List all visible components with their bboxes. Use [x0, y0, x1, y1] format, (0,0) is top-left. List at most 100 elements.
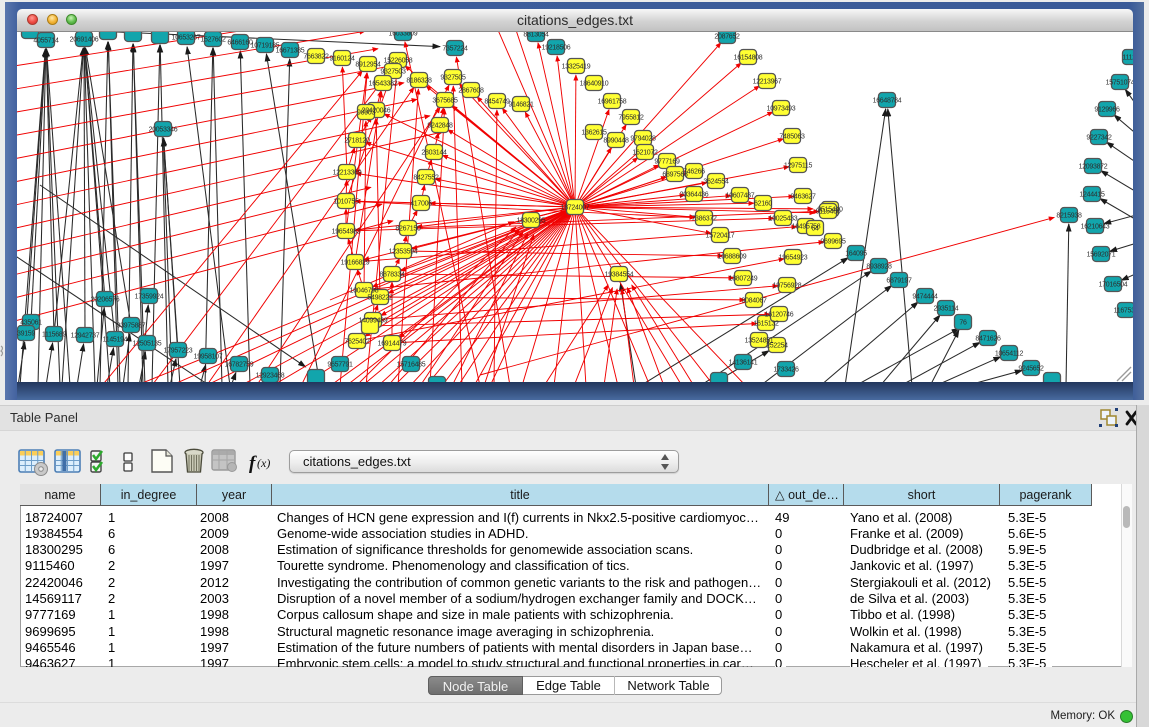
svg-text:16671385: 16671385 [276, 48, 305, 55]
svg-text:16961758: 16961758 [598, 99, 627, 106]
svg-text:20364436: 20364436 [680, 192, 709, 199]
svg-text:11121: 11121 [1123, 55, 1133, 62]
svg-text:3624554: 3624554 [703, 179, 729, 186]
svg-text:64: 64 [811, 226, 819, 233]
svg-text:10654112: 10654112 [995, 351, 1024, 358]
svg-text:12923468: 12923468 [256, 373, 285, 380]
svg-text:20691406: 20691406 [70, 37, 99, 44]
svg-text:9245652: 9245652 [1018, 366, 1044, 373]
svg-text:15716485: 15716485 [397, 362, 426, 369]
svg-text:3675685: 3675685 [432, 98, 458, 105]
svg-text:8471626: 8471626 [975, 336, 1001, 343]
svg-text:6897568: 6897568 [662, 172, 688, 179]
svg-text:19166829: 19166829 [341, 260, 370, 267]
svg-text:8912954: 8912954 [355, 62, 381, 69]
svg-text:1115689: 1115689 [42, 332, 67, 339]
svg-text:9657791: 9657791 [327, 362, 353, 369]
svg-text:2087652: 2087652 [714, 34, 740, 41]
svg-text:17359924: 17359924 [135, 294, 164, 301]
svg-text:12213967: 12213967 [753, 79, 782, 86]
svg-text:19654983: 19654983 [332, 229, 361, 236]
svg-text:16648784: 16648784 [873, 98, 902, 105]
svg-text:12975115: 12975115 [784, 163, 813, 170]
svg-text:1244415: 1244415 [1079, 192, 1105, 199]
svg-text:9129966: 9129966 [1094, 107, 1120, 114]
svg-text:16543382: 16543382 [369, 81, 398, 88]
svg-text:18724007: 18724007 [561, 205, 590, 212]
svg-text:17016504: 17016504 [1099, 282, 1128, 289]
svg-text:2867608: 2867608 [458, 88, 484, 95]
svg-text:14099489: 14099489 [359, 318, 388, 325]
svg-text:12505135: 12505135 [133, 341, 162, 348]
svg-text:12093872: 12093872 [1079, 164, 1108, 171]
svg-text:13325419: 13325419 [562, 64, 591, 71]
svg-text:1145194: 1145194 [103, 337, 128, 344]
svg-text:20206576: 20206576 [91, 297, 120, 304]
svg-text:16033809: 16033809 [389, 32, 418, 38]
svg-text:8186328: 8186328 [406, 78, 432, 85]
svg-text:17957223: 17957223 [164, 348, 193, 355]
svg-text:15692071: 15692071 [1087, 252, 1116, 259]
svg-text:19756928: 19756928 [773, 283, 802, 290]
svg-text:8215938: 8215938 [1056, 213, 1082, 220]
svg-text:9327503: 9327503 [380, 69, 406, 76]
svg-text:9227342: 9227342 [1086, 135, 1112, 142]
svg-text:15226058: 15226058 [384, 58, 413, 65]
svg-text:10607487: 10607487 [726, 193, 755, 200]
svg-text:8813054: 8813054 [523, 32, 549, 39]
svg-text:16782759: 16782759 [225, 362, 254, 369]
svg-text:18300295: 18300295 [517, 218, 546, 225]
svg-text:7955812: 7955812 [618, 115, 644, 122]
svg-text:435061: 435061 [20, 320, 42, 327]
svg-text:f: f [249, 453, 257, 474]
svg-text:9474444: 9474444 [912, 294, 938, 301]
svg-text:19654923: 19654923 [779, 255, 808, 262]
svg-text:10046798: 10046798 [350, 288, 379, 295]
svg-text:7386372: 7386372 [691, 216, 717, 223]
svg-text:252254: 252254 [766, 343, 788, 350]
svg-text:7625402: 7625402 [344, 339, 370, 346]
svg-text:12213369: 12213369 [333, 170, 362, 177]
svg-text:18807249: 18807249 [729, 276, 758, 283]
svg-text:1362615: 1362615 [581, 130, 607, 137]
svg-text:10973493: 10973493 [767, 106, 796, 113]
svg-text:8990448: 8990448 [603, 138, 629, 145]
svg-text:8878334: 8878334 [379, 272, 405, 279]
svg-text:16120746: 16120746 [765, 312, 794, 319]
svg-text:19384554: 19384554 [605, 272, 634, 279]
svg-text:6466160: 6466160 [227, 40, 253, 47]
svg-text:9160124: 9160124 [329, 56, 355, 63]
svg-text:9699695: 9699695 [820, 239, 846, 246]
svg-text:1733426: 1733426 [773, 367, 799, 374]
svg-text:8938928: 8938928 [866, 264, 892, 271]
svg-text:10025433: 10025433 [769, 216, 798, 223]
svg-text:10653267: 10653267 [172, 35, 201, 42]
svg-text:2935114: 2935114 [934, 306, 959, 313]
svg-text:2718120: 2718120 [344, 138, 370, 145]
svg-text:5498222: 5498222 [367, 295, 393, 302]
svg-text:8454749: 8454749 [484, 99, 510, 106]
svg-text:9327505: 9327505 [440, 75, 466, 82]
svg-text:1615132: 1615132 [753, 321, 779, 328]
svg-text:6879197: 6879197 [886, 278, 912, 285]
svg-text:15720417: 15720417 [706, 233, 735, 240]
svg-text:1167534: 1167534 [1114, 308, 1133, 315]
svg-text:9084067: 9084067 [741, 298, 767, 305]
svg-text:19218506: 19218506 [542, 45, 571, 52]
svg-text:417006: 417006 [410, 201, 432, 208]
svg-text:20053346: 20053346 [149, 127, 178, 134]
svg-text:7485063: 7485063 [779, 134, 805, 141]
svg-text:1010755: 1010755 [333, 199, 359, 206]
svg-text:1527602: 1527602 [200, 37, 226, 44]
svg-text:12353594: 12353594 [389, 249, 418, 256]
svg-text:98903: 98903 [357, 110, 375, 117]
svg-text:18640910: 18640910 [580, 81, 609, 88]
svg-text:7663822: 7663822 [303, 54, 329, 61]
svg-text:9242848: 9242848 [427, 123, 453, 130]
svg-text:16210643: 16210643 [1081, 224, 1110, 231]
svg-text:9146821: 9146821 [508, 102, 534, 109]
svg-text:(x): (x) [257, 456, 270, 470]
svg-text:62160: 62160 [754, 201, 772, 208]
svg-text:2803144: 2803144 [421, 150, 447, 157]
svg-text:9115460: 9115460 [816, 209, 841, 216]
